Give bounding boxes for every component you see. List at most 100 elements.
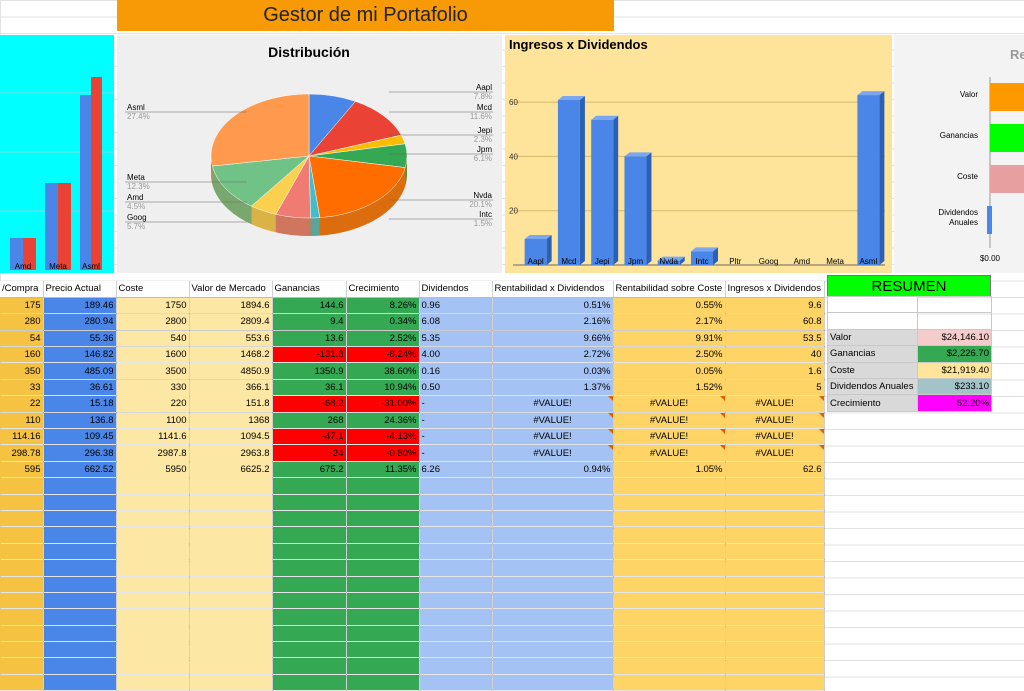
cell[interactable]: #VALUE!	[613, 444, 726, 462]
cell[interactable]	[419, 608, 493, 626]
cell[interactable]	[272, 510, 347, 528]
cell[interactable]: 151.8	[189, 395, 273, 413]
cell[interactable]: -31.00%	[346, 395, 420, 413]
cell[interactable]: 13.6	[272, 330, 347, 348]
cell[interactable]	[116, 576, 190, 593]
cell[interactable]	[725, 641, 825, 659]
cell[interactable]: 55.36	[43, 330, 117, 348]
cell[interactable]: 1468.2	[189, 346, 273, 364]
cell[interactable]: 2.72%	[492, 346, 614, 364]
cell[interactable]	[116, 608, 190, 626]
header-5[interactable]: Crecimiento	[346, 281, 420, 298]
cell[interactable]	[346, 576, 420, 593]
cell[interactable]	[492, 592, 614, 610]
cell[interactable]: 8.26%	[346, 297, 420, 315]
distribution-chart[interactable]: Distribución Aapl 7.8% Mcd 11.6% Jepi 2.3% Jpm…	[117, 35, 502, 273]
cell[interactable]	[272, 477, 347, 495]
cell[interactable]	[0, 510, 44, 528]
cell[interactable]: 485.09	[43, 362, 117, 380]
cell[interactable]	[419, 477, 493, 495]
cell[interactable]	[613, 608, 726, 626]
cell[interactable]	[0, 608, 44, 626]
bar-mcd[interactable]	[557, 99, 580, 265]
header-1[interactable]: Precio Actual	[43, 281, 117, 298]
cell[interactable]	[272, 494, 347, 511]
cell[interactable]: 5950	[116, 461, 190, 479]
header-8[interactable]: Rentabilidad sobre Coste	[613, 281, 726, 298]
cell[interactable]	[189, 543, 273, 561]
cell[interactable]: 1141.6	[116, 428, 190, 446]
cell[interactable]	[43, 608, 117, 626]
header-3[interactable]: Valor de Mercado	[189, 281, 273, 298]
cell[interactable]	[116, 657, 190, 675]
cell[interactable]	[272, 576, 347, 593]
cell[interactable]: 0.96	[419, 297, 493, 315]
cell[interactable]: 2.52%	[346, 330, 420, 348]
cell[interactable]: 2987.8	[116, 444, 190, 462]
resumen-label[interactable]: Ganancias	[827, 345, 918, 363]
cell[interactable]	[492, 543, 614, 561]
cell[interactable]: 3500	[116, 362, 190, 380]
cell[interactable]: -	[419, 428, 493, 446]
cell[interactable]: 1094.5	[189, 428, 273, 446]
cell[interactable]: 553.6	[189, 330, 273, 348]
cell[interactable]: 54	[0, 330, 44, 348]
cell[interactable]: 6.08	[419, 313, 493, 331]
cell[interactable]	[346, 494, 420, 511]
cell[interactable]	[189, 494, 273, 511]
cell[interactable]: 6.26	[419, 461, 493, 479]
cell[interactable]	[43, 494, 117, 511]
cell[interactable]	[189, 576, 273, 593]
cell[interactable]	[419, 526, 493, 544]
cell[interactable]: 175	[0, 297, 44, 315]
cell[interactable]	[116, 510, 190, 528]
cell[interactable]	[725, 576, 825, 593]
cell[interactable]	[272, 641, 347, 659]
cell[interactable]	[0, 625, 44, 643]
cell[interactable]	[116, 494, 190, 511]
resumen-value[interactable]: $2,226.70	[917, 345, 992, 363]
cell[interactable]: 5.35	[419, 330, 493, 348]
cell[interactable]	[346, 625, 420, 643]
cell[interactable]	[613, 510, 726, 528]
resumen-value[interactable]: $21,919.40	[917, 361, 992, 379]
cell[interactable]	[725, 477, 825, 495]
resumen-value[interactable]: 52.20%	[917, 394, 992, 412]
dividend-income-chart[interactable]: Ingresos x Dividendos 20 40 60 Aapl Mcd Jepi…	[505, 35, 892, 273]
cell[interactable]: 280.94	[43, 313, 117, 331]
cell[interactable]	[346, 592, 420, 610]
cell[interactable]	[272, 625, 347, 643]
cell[interactable]: 330	[116, 379, 190, 397]
cell[interactable]	[272, 674, 347, 691]
header-7[interactable]: Rentabilidad x Dividendos	[492, 281, 614, 298]
cell[interactable]	[492, 510, 614, 528]
cell[interactable]: 0.51%	[492, 297, 614, 315]
cell[interactable]	[189, 641, 273, 659]
cell[interactable]	[272, 559, 347, 577]
cell[interactable]: 146.82	[43, 346, 117, 364]
cell[interactable]: 595	[0, 461, 44, 479]
cell[interactable]	[116, 477, 190, 495]
cell[interactable]: 15.18	[43, 395, 117, 413]
cell[interactable]: 2.17%	[613, 313, 726, 331]
cell[interactable]	[116, 526, 190, 544]
cell[interactable]	[346, 641, 420, 659]
bar-asml[interactable]	[857, 95, 880, 265]
cell[interactable]: 9.4	[272, 313, 347, 331]
cell[interactable]	[43, 543, 117, 561]
cell[interactable]	[189, 657, 273, 675]
cell[interactable]: 1.6	[725, 362, 825, 380]
cell[interactable]	[43, 657, 117, 675]
cell[interactable]	[613, 477, 726, 495]
cell[interactable]	[725, 674, 825, 691]
cell[interactable]: -0.80%	[346, 444, 420, 462]
cell[interactable]: 6625.2	[189, 461, 273, 479]
cell[interactable]: 2963.8	[189, 444, 273, 462]
cell[interactable]: 189.46	[43, 297, 117, 315]
cell[interactable]: 0.16	[419, 362, 493, 380]
cell[interactable]: -8.24%	[346, 346, 420, 364]
cell[interactable]	[116, 559, 190, 577]
cell[interactable]: 33	[0, 379, 44, 397]
cell[interactable]: 2.16%	[492, 313, 614, 331]
cell[interactable]	[492, 641, 614, 659]
